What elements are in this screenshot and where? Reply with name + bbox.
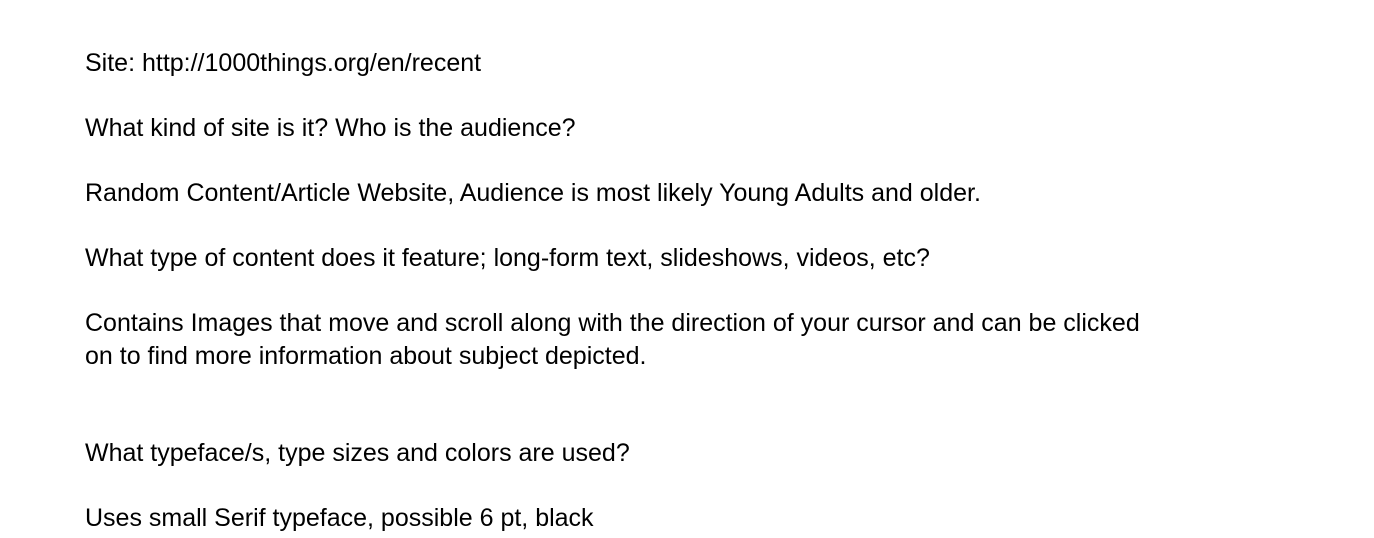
answer-content-type-line-2: on to find more information about subjec… — [85, 342, 647, 370]
question-content-type: What type of content does it feature; lo… — [85, 244, 930, 272]
question-site-kind: What kind of site is it? Who is the audi… — [85, 114, 576, 142]
question-typefaces: What typeface/s, type sizes and colors a… — [85, 439, 630, 467]
answer-content-type-line-1: Contains Images that move and scroll alo… — [85, 309, 1140, 337]
answer-typefaces: Uses small Serif typeface, possible 6 pt… — [85, 504, 594, 532]
site-url-line: Site: http://1000things.org/en/recent — [85, 49, 482, 77]
document-page: Site: http://1000things.org/en/recent Wh… — [0, 0, 1374, 538]
answer-site-kind: Random Content/Article Website, Audience… — [85, 179, 981, 207]
